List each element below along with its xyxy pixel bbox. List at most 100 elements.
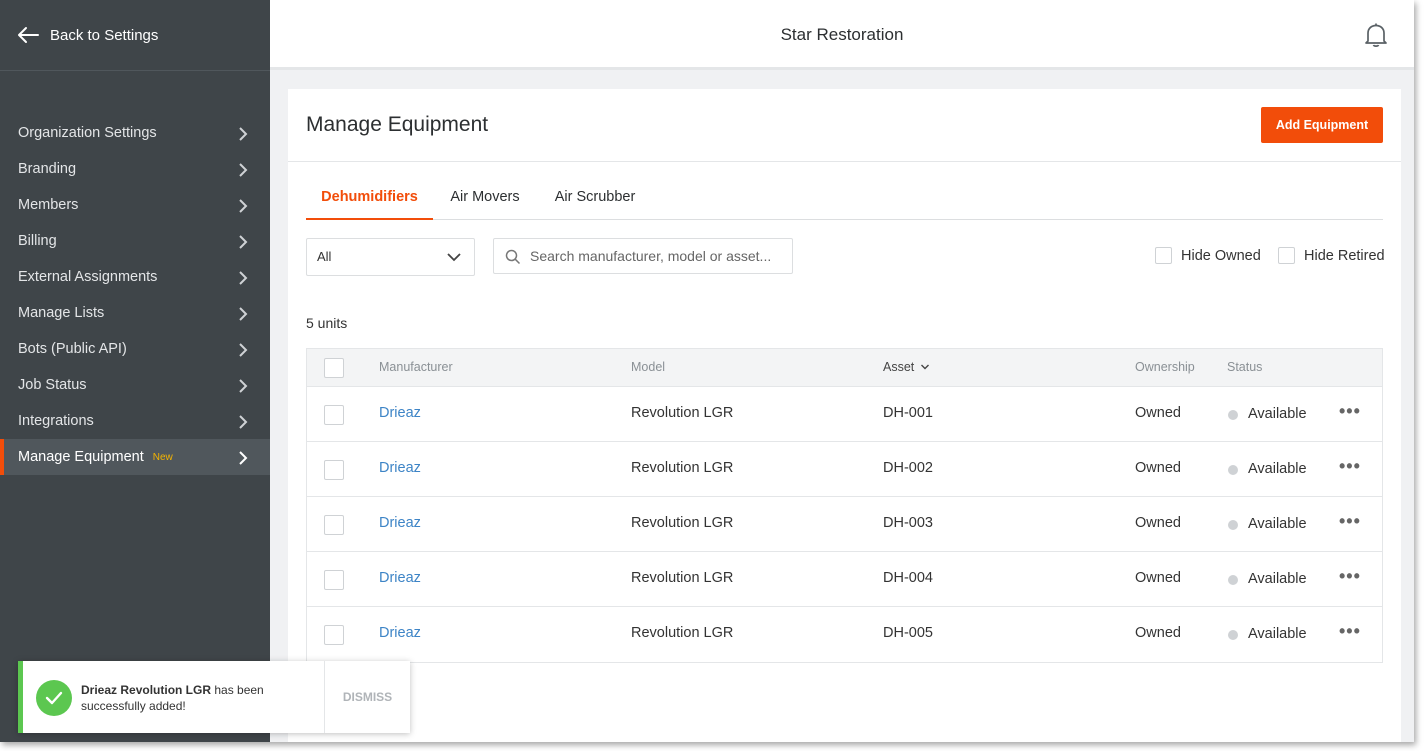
row-checkbox[interactable] [324, 625, 344, 645]
row-checkbox[interactable] [324, 405, 344, 425]
more-options-icon[interactable]: ••• [1339, 622, 1361, 640]
sidebar-item-members[interactable]: Members [0, 187, 270, 223]
column-header-ownership[interactable]: Ownership [1135, 360, 1195, 374]
sidebar-item-external-assignments[interactable]: External Assignments [0, 259, 270, 295]
hide-owned-filter[interactable]: Hide Owned [1155, 247, 1261, 264]
sidebar-item-label: Branding [18, 161, 77, 177]
more-options-icon[interactable]: ••• [1339, 512, 1361, 530]
table-row[interactable]: Drieaz Revolution LGR DH-002 Owned Avail… [307, 442, 1382, 497]
chevron-right-icon [239, 307, 248, 321]
chevron-right-icon [239, 415, 248, 429]
equipment-card: Manage Equipment Add Equipment Dehumidif… [288, 89, 1401, 742]
sidebar-item-billing[interactable]: Billing [0, 223, 270, 259]
chevron-right-icon [239, 127, 248, 141]
sidebar-item-manage-equipment[interactable]: Manage Equipment New [0, 439, 270, 475]
ownership-cell: Owned [1135, 405, 1181, 421]
asset-cell: DH-004 [883, 570, 933, 586]
filter-select-value: All [317, 249, 332, 264]
asset-header-label: Asset [883, 360, 915, 374]
ownership-cell: Owned [1135, 515, 1181, 531]
column-header-asset[interactable]: Asset [883, 360, 930, 374]
table-row[interactable]: Drieaz Revolution LGR DH-005 Owned Avail… [307, 607, 1382, 662]
sidebar-item-label: Job Status [18, 377, 87, 393]
search-input[interactable] [530, 239, 788, 273]
units-count: 5 units [306, 315, 348, 331]
model-cell: Revolution LGR [631, 515, 734, 531]
table-row[interactable]: Drieaz Revolution LGR DH-004 Owned Avail… [307, 552, 1382, 607]
manufacturer-link[interactable]: Drieaz [379, 405, 421, 421]
hide-retired-checkbox[interactable] [1278, 247, 1295, 264]
status-dot-icon [1228, 520, 1238, 530]
ownership-cell: Owned [1135, 625, 1181, 641]
more-options-icon[interactable]: ••• [1339, 567, 1361, 585]
column-header-status[interactable]: Status [1227, 360, 1262, 374]
sidebar-item-label: Bots (Public API) [18, 341, 127, 357]
model-cell: Revolution LGR [631, 405, 734, 421]
tab-air-movers[interactable]: Air Movers [439, 176, 531, 220]
filter-select[interactable]: All [306, 238, 475, 276]
status-dot-icon [1228, 465, 1238, 475]
sidebar-item-label: Manage Lists [18, 305, 105, 321]
asset-cell: DH-003 [883, 515, 933, 531]
status-cell: Available [1248, 461, 1307, 477]
card-header: Manage Equipment Add Equipment [288, 89, 1401, 162]
manufacturer-link[interactable]: Drieaz [379, 570, 421, 586]
row-checkbox[interactable] [324, 460, 344, 480]
equipment-tabs: Dehumidifiers Air Movers Air Scrubber [306, 176, 1383, 220]
hide-retired-filter[interactable]: Hide Retired [1278, 247, 1385, 264]
sidebar-item-label: Billing [18, 233, 57, 249]
sidebar-item-label: Organization Settings [18, 125, 157, 141]
select-all-checkbox[interactable] [324, 358, 344, 378]
chevron-right-icon [239, 343, 248, 357]
chevron-right-icon [239, 235, 248, 249]
sidebar-item-organization-settings[interactable]: Organization Settings [0, 115, 270, 151]
settings-menu: Organization Settings Branding Members B… [0, 115, 270, 475]
tab-air-scrubber[interactable]: Air Scrubber [545, 176, 645, 220]
asset-cell: DH-002 [883, 460, 933, 476]
search-icon [505, 249, 521, 265]
table-row[interactable]: Drieaz Revolution LGR DH-003 Owned Avail… [307, 497, 1382, 552]
table-header: Manufacturer Model Asset Ownership Statu… [307, 349, 1382, 387]
add-equipment-button[interactable]: Add Equipment [1261, 107, 1383, 143]
more-options-icon[interactable]: ••• [1339, 457, 1361, 475]
sidebar-item-bots-public-api[interactable]: Bots (Public API) [0, 331, 270, 367]
row-checkbox[interactable] [324, 515, 344, 535]
sidebar-item-integrations[interactable]: Integrations [0, 403, 270, 439]
manufacturer-link[interactable]: Drieaz [379, 625, 421, 641]
asset-cell: DH-001 [883, 405, 933, 421]
back-to-settings-link[interactable]: Back to Settings [16, 22, 158, 48]
ownership-cell: Owned [1135, 460, 1181, 476]
toast-message: Drieaz Revolution LGR has been successfu… [81, 682, 311, 714]
manufacturer-link[interactable]: Drieaz [379, 460, 421, 476]
back-label: Back to Settings [50, 26, 159, 44]
sidebar-item-manage-lists[interactable]: Manage Lists [0, 295, 270, 331]
model-cell: Revolution LGR [631, 625, 734, 641]
status-cell: Available [1248, 626, 1307, 642]
bell-icon[interactable] [1364, 22, 1388, 48]
hide-retired-label: Hide Retired [1304, 247, 1385, 264]
tab-dehumidifiers[interactable]: Dehumidifiers [306, 176, 433, 220]
success-toast: Drieaz Revolution LGR has been successfu… [18, 661, 410, 733]
sidebar-divider [0, 70, 270, 71]
manufacturer-link[interactable]: Drieaz [379, 515, 421, 531]
more-options-icon[interactable]: ••• [1339, 402, 1361, 420]
status-dot-icon [1228, 575, 1238, 585]
sidebar-item-job-status[interactable]: Job Status [0, 367, 270, 403]
sort-desc-icon [920, 364, 929, 370]
sidebar-item-label: Integrations [18, 413, 94, 429]
dismiss-button[interactable]: DISMISS [325, 661, 410, 733]
column-header-manufacturer[interactable]: Manufacturer [379, 360, 453, 374]
hide-owned-checkbox[interactable] [1155, 247, 1172, 264]
page-title: Manage Equipment [306, 113, 489, 136]
chevron-right-icon [239, 379, 248, 393]
search-box [493, 238, 793, 274]
sidebar-item-branding[interactable]: Branding [0, 151, 270, 187]
ownership-cell: Owned [1135, 570, 1181, 586]
status-dot-icon [1228, 410, 1238, 420]
sidebar-item-label: Members [18, 197, 79, 213]
column-header-model[interactable]: Model [631, 360, 665, 374]
table-row[interactable]: Drieaz Revolution LGR DH-001 Owned Avail… [307, 387, 1382, 442]
row-checkbox[interactable] [324, 570, 344, 590]
status-cell: Available [1248, 571, 1307, 587]
chevron-right-icon [239, 271, 248, 285]
